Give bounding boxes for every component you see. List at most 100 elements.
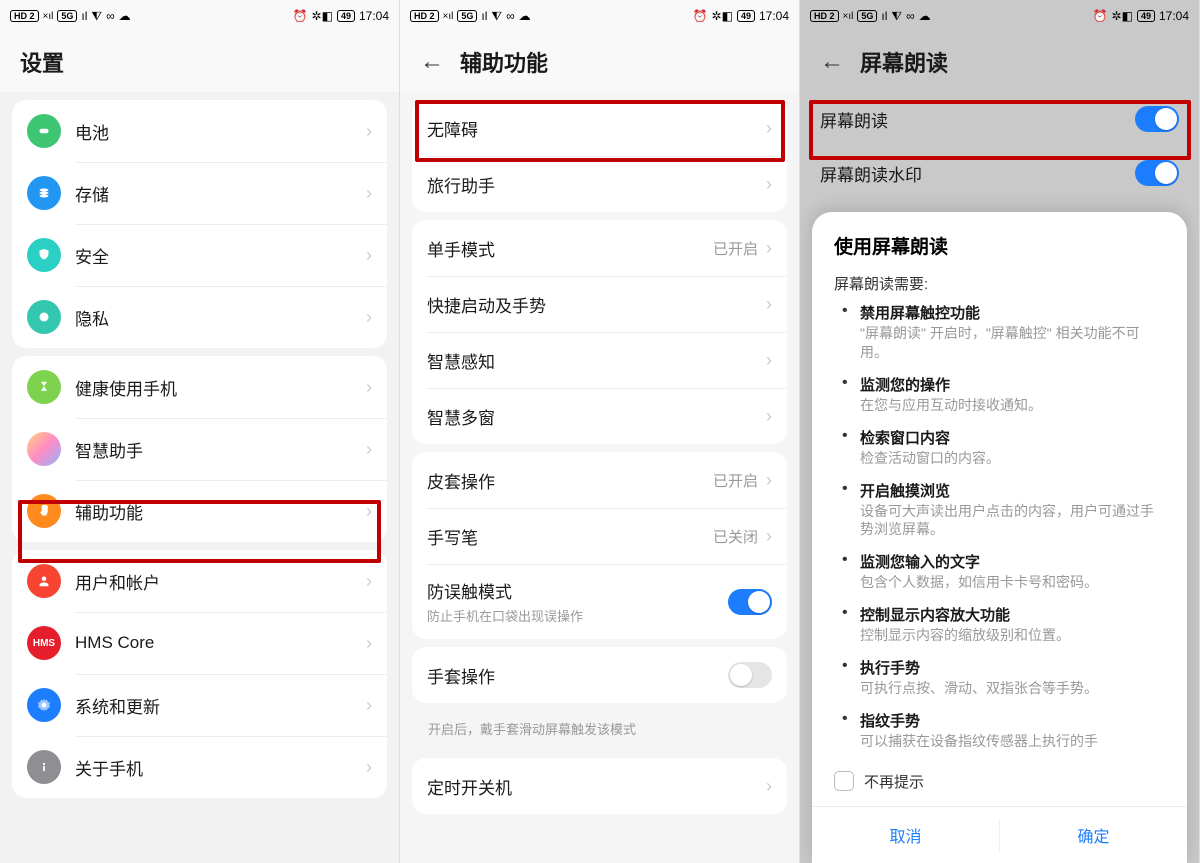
row-screen-reader-watermark[interactable]: 屏幕朗读水印	[800, 146, 1199, 200]
toggle-mistouch[interactable]	[728, 589, 772, 615]
row-label: 无障碍	[427, 116, 766, 141]
row-label: 用户和帐户	[75, 569, 366, 594]
row-label: 旅行助手	[427, 172, 766, 197]
permission-item: 执行手势可执行点按、滑动、双指张合等手势。	[842, 657, 1165, 698]
row-label: 屏幕朗读	[820, 107, 888, 132]
row-hms-core[interactable]: HMS HMS Core ›	[12, 612, 387, 674]
chevron-right-icon: ›	[766, 470, 772, 491]
dialog-title: 使用屏幕朗读	[834, 232, 1165, 259]
permission-item: 监测您的操作在您与应用互动时接收通知。	[842, 374, 1165, 415]
toggle-gloves[interactable]	[728, 662, 772, 688]
gear-icon	[27, 688, 61, 722]
storage-icon	[27, 176, 61, 210]
cancel-button[interactable]: 取消	[812, 807, 999, 863]
row-label: 电池	[75, 119, 366, 144]
perm-desc: 控制显示内容的缩放级别和位置。	[860, 626, 1165, 645]
row-one-hand[interactable]: 单手模式 已开启 ›	[412, 220, 787, 276]
back-icon[interactable]: ←	[820, 48, 844, 76]
chevron-right-icon: ›	[766, 238, 772, 259]
screen-settings: HD 2 ×ıl 5G ıl ⧨ ∞ ☁ ⏰ ✲◧ 49 17:04 设置 电池…	[0, 0, 400, 863]
battery-icon: 49	[737, 10, 755, 22]
wifi-icon: ⧨	[491, 9, 502, 24]
row-label: 智慧多窗	[427, 404, 766, 429]
row-gloves[interactable]: 手套操作	[412, 647, 787, 703]
confirm-dialog: 使用屏幕朗读 屏幕朗读需要: 禁用屏幕触控功能"屏幕朗读" 开启时，"屏幕触控"…	[812, 212, 1187, 863]
row-label: 安全	[75, 243, 366, 268]
chevron-right-icon: ›	[366, 633, 372, 654]
row-label: 关于手机	[75, 755, 366, 780]
perm-title: 控制显示内容放大功能	[860, 604, 1165, 625]
chevron-right-icon: ›	[766, 350, 772, 371]
chevron-right-icon: ›	[366, 307, 372, 328]
row-screen-reader[interactable]: 屏幕朗读	[800, 92, 1199, 146]
row-travel-assistant[interactable]: 旅行助手 ›	[412, 156, 787, 212]
accessibility-group-5: 定时开关机 ›	[412, 758, 787, 814]
permission-item: 监测您输入的文字包含个人数据，如信用卡卡号和密码。	[842, 551, 1165, 592]
permission-item: 开启触摸浏览设备可大声读出用户点击的内容，用户可通过手势浏览屏幕。	[842, 480, 1165, 540]
status-bar: HD 2 ×ıl 5G ıl ⧨ ∞ ☁ ⏰ ✲◧ 49 17:04	[0, 0, 399, 32]
perm-title: 执行手势	[860, 657, 1165, 678]
clock: 17:04	[1159, 9, 1189, 23]
chevron-right-icon: ›	[366, 377, 372, 398]
row-storage[interactable]: 存储 ›	[12, 162, 387, 224]
perm-title: 指纹手势	[860, 710, 1165, 731]
accessibility-group-1: 无障碍 › 旅行助手 ›	[412, 100, 787, 212]
screen-accessibility: HD 2 ×ıl 5G ıl ⧨ ∞ ☁ ⏰ ✲◧ 49 17:04 ← 辅助功…	[400, 0, 800, 863]
row-mistouch[interactable]: 防误触模式 防止手机在口袋出现误操作	[412, 564, 787, 639]
row-accessibility[interactable]: 辅助功能 ›	[12, 480, 387, 542]
row-system-update[interactable]: 系统和更新 ›	[12, 674, 387, 736]
row-accessibility-feature[interactable]: 无障碍 ›	[412, 100, 787, 156]
row-about[interactable]: 关于手机 ›	[12, 736, 387, 798]
row-shortcuts[interactable]: 快捷启动及手势 ›	[412, 276, 787, 332]
page-title: 辅助功能	[460, 46, 548, 78]
confirm-button[interactable]: 确定	[1000, 807, 1187, 863]
toggle-watermark[interactable]	[1135, 160, 1179, 186]
chat-icon: ☁	[119, 9, 131, 23]
hd-badge: HD 2	[410, 10, 439, 22]
perm-title: 开启触摸浏览	[860, 480, 1165, 501]
perm-desc: 可执行点按、滑动、双指张合等手势。	[860, 679, 1165, 698]
infinity-icon: ∞	[106, 9, 115, 23]
row-label: 手套操作	[427, 663, 728, 688]
perm-desc: 设备可大声读出用户点击的内容，用户可通过手势浏览屏幕。	[860, 502, 1165, 540]
toggle-screen-reader[interactable]	[1135, 106, 1179, 132]
alarm-icon: ⏰	[693, 9, 708, 23]
perm-title: 监测您输入的文字	[860, 551, 1165, 572]
gloves-hint: 开启后，戴手套滑动屏幕触发该模式	[400, 711, 799, 750]
perm-desc: 检查活动窗口的内容。	[860, 449, 1165, 468]
row-scheduled-power[interactable]: 定时开关机 ›	[412, 758, 787, 814]
wifi-icon: ⧨	[891, 9, 902, 24]
perm-desc: 可以捕获在设备指纹传感器上执行的手	[860, 732, 1165, 751]
privacy-icon	[27, 300, 61, 334]
chevron-right-icon: ›	[366, 757, 372, 778]
row-label: 健康使用手机	[75, 375, 366, 400]
info-icon	[27, 750, 61, 784]
title-bar: ← 辅助功能	[400, 32, 799, 92]
row-assistant[interactable]: 智慧助手 ›	[12, 418, 387, 480]
row-label: HMS Core	[75, 633, 366, 653]
row-multi-window[interactable]: 智慧多窗 ›	[412, 388, 787, 444]
perm-title: 监测您的操作	[860, 374, 1165, 395]
page-title: 设置	[20, 46, 64, 78]
back-icon[interactable]: ←	[420, 48, 444, 76]
row-case-ops[interactable]: 皮套操作 已开启 ›	[412, 452, 787, 508]
chevron-right-icon: ›	[366, 439, 372, 460]
row-label: 智慧感知	[427, 348, 766, 373]
alarm-icon: ⏰	[1093, 9, 1108, 23]
dont-show-row[interactable]: 不再提示	[834, 763, 1165, 792]
row-stylus[interactable]: 手写笔 已关闭 ›	[412, 508, 787, 564]
row-accounts[interactable]: 用户和帐户 ›	[12, 550, 387, 612]
permission-item: 禁用屏幕触控功能"屏幕朗读" 开启时，"屏幕触控" 相关功能不可用。	[842, 302, 1165, 362]
infinity-icon: ∞	[906, 9, 915, 23]
status-left: HD 2 ×ıl 5G ıl ⧨ ∞ ☁	[10, 9, 131, 24]
row-security[interactable]: 安全 ›	[12, 224, 387, 286]
chevron-right-icon: ›	[366, 183, 372, 204]
checkbox[interactable]	[834, 771, 854, 791]
row-digital-balance[interactable]: 健康使用手机 ›	[12, 356, 387, 418]
row-battery[interactable]: 电池 ›	[12, 100, 387, 162]
row-privacy[interactable]: 隐私 ›	[12, 286, 387, 348]
chat-icon: ☁	[919, 9, 931, 23]
row-smart-sensing[interactable]: 智慧感知 ›	[412, 332, 787, 388]
perm-desc: 在您与应用互动时接收通知。	[860, 396, 1165, 415]
wifi-icon: ⧨	[91, 9, 102, 24]
